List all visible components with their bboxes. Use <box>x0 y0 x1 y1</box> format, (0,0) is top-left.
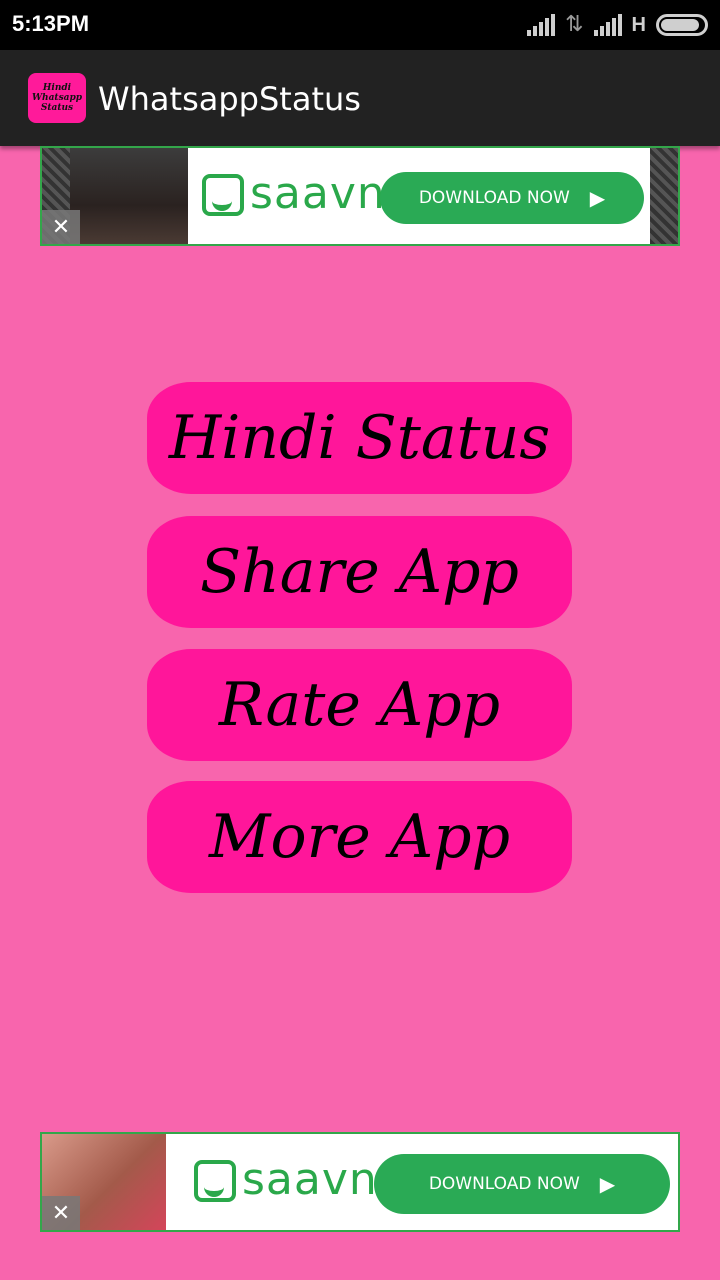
download-now-button[interactable]: DOWNLOAD NOW ▶ <box>374 1154 670 1214</box>
signal-icon <box>527 14 556 36</box>
ad-close-button[interactable]: ✕ <box>42 210 80 244</box>
signal-icon-2 <box>593 14 622 36</box>
ad-close-button[interactable]: ✕ <box>42 1196 80 1230</box>
saavn-logo-icon <box>202 174 244 216</box>
data-transfer-icon: ⇅ <box>565 12 584 37</box>
app-bar: Hindi Whatsapp Status WhatsappStatus <box>0 50 720 146</box>
status-time: 5:13PM <box>12 11 90 36</box>
ad-image <box>70 148 188 244</box>
ad-brand: saavn <box>250 168 386 219</box>
ad-banner-bottom[interactable]: saavn DOWNLOAD NOW ▶ ✕ <box>40 1132 680 1232</box>
ad-brand: saavn <box>242 1154 378 1205</box>
battery-icon <box>656 14 708 36</box>
play-store-icon: ▶ <box>599 1172 616 1196</box>
download-now-button[interactable]: DOWNLOAD NOW ▶ <box>380 172 644 224</box>
more-app-button[interactable]: More App <box>147 781 572 893</box>
share-app-button[interactable]: Share App <box>147 516 572 628</box>
rate-app-button[interactable]: Rate App <box>147 649 572 761</box>
ad-banner-top[interactable]: saavn DOWNLOAD NOW ▶ ✕ <box>40 146 680 246</box>
network-type: H <box>631 13 646 36</box>
hindi-status-button[interactable]: Hindi Status <box>147 382 572 494</box>
app-title: WhatsappStatus <box>98 80 361 118</box>
saavn-logo-icon <box>194 1160 236 1202</box>
play-store-icon: ▶ <box>589 186 606 210</box>
app-logo-icon: Hindi Whatsapp Status <box>28 73 86 123</box>
status-bar: 5:13PM ⇅ H <box>0 0 720 50</box>
status-icons: ⇅ H <box>527 10 708 40</box>
